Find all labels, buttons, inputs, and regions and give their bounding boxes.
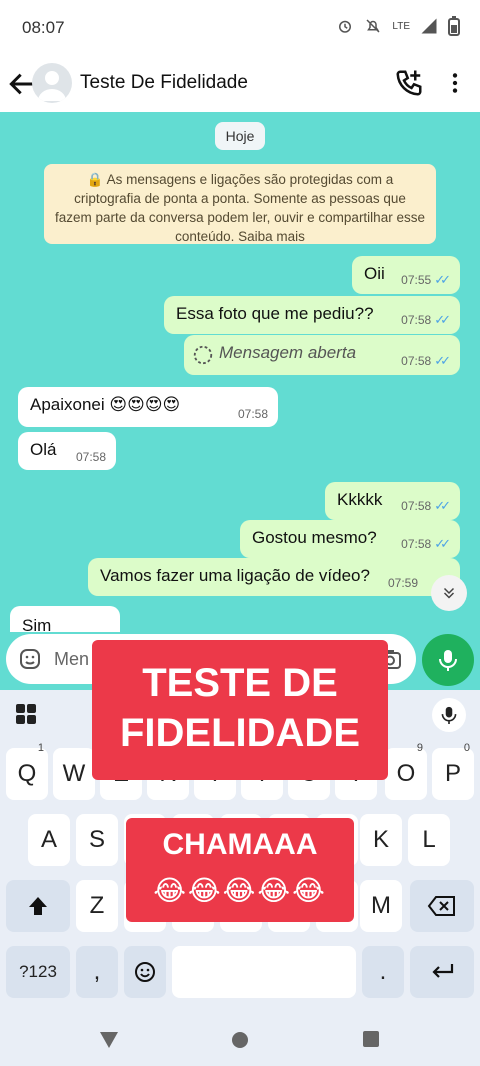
message-bubble[interactable]: Oii 07:55 ✓✓ xyxy=(352,256,460,294)
signal-icon xyxy=(421,18,437,34)
message-text: Mensagem aberta xyxy=(219,343,357,362)
home-nav-icon[interactable] xyxy=(230,1030,250,1050)
space-key[interactable] xyxy=(172,946,356,998)
comma-key[interactable]: , xyxy=(76,946,118,998)
period-key[interactable]: . xyxy=(362,946,404,998)
message-time: 07:55 xyxy=(401,273,432,287)
message-meta: 07:58 xyxy=(238,407,268,421)
emoji-icon xyxy=(135,962,155,982)
overlay-subtitle-line1: CHAMAAA xyxy=(162,828,318,861)
message-text: Olá xyxy=(30,440,57,459)
overlay-subtitle-line2: 😂😂😂😂😂 xyxy=(153,875,327,906)
view-once-icon xyxy=(193,345,213,365)
key-m[interactable]: M xyxy=(360,880,402,932)
voice-record-button[interactable] xyxy=(422,634,474,686)
alarm-icon xyxy=(339,20,352,33)
back-nav-icon[interactable] xyxy=(98,1030,120,1050)
key-w[interactable]: W xyxy=(53,748,95,800)
message-bubble[interactable]: Kkkkk 07:58 ✓✓ xyxy=(325,482,460,520)
recents-nav-icon[interactable] xyxy=(362,1030,380,1048)
message-time: 07:58 xyxy=(401,313,432,327)
double-check-icon: ✓✓ xyxy=(434,498,451,513)
message-meta: 07:58 ✓✓ xyxy=(401,498,451,514)
message-meta: 07:59 xyxy=(388,576,418,590)
overlay-title-line2: FIDELIDADE xyxy=(120,711,360,755)
key-l[interactable]: L xyxy=(408,814,450,866)
mic-icon xyxy=(441,706,457,724)
message-time: 07:58 xyxy=(237,407,268,421)
message-text: Essa foto que me pediu?? xyxy=(176,304,374,323)
emoji-key[interactable] xyxy=(124,946,166,998)
message-bubble[interactable]: Essa foto que me pediu?? 07:58 ✓✓ xyxy=(164,296,460,334)
scroll-down-button[interactable] xyxy=(431,575,467,611)
message-input-placeholder: Men xyxy=(54,649,90,669)
key-p[interactable]: P0 xyxy=(432,742,474,800)
chat-header: Teste De Fidelidade xyxy=(0,56,480,112)
message-bubble[interactable]: Mensagem aberta 07:58 ✓✓ xyxy=(184,335,460,375)
message-text: Vamos fazer uma ligação de vídeo? xyxy=(100,566,370,585)
message-time: 07:58 xyxy=(401,537,432,551)
backspace-icon xyxy=(427,896,455,916)
network-label: LTE xyxy=(392,20,410,32)
add-call-icon[interactable] xyxy=(394,68,424,98)
enter-icon xyxy=(432,964,454,978)
key-a[interactable]: A xyxy=(28,814,70,866)
message-time: 07:58 xyxy=(401,354,432,368)
message-meta: 07:55 ✓✓ xyxy=(401,272,451,288)
sticker-icon[interactable] xyxy=(18,647,42,671)
mic-icon xyxy=(439,650,457,671)
symbols-key[interactable]: ?123 xyxy=(6,946,70,998)
double-check-icon: ✓✓ xyxy=(434,353,451,368)
message-text: Kkkkk xyxy=(337,490,383,509)
message-time: 07:59 xyxy=(387,576,418,590)
chat-area[interactable]: Hoje 🔒 As mensagens e ligações são prote… xyxy=(0,112,480,689)
key-k[interactable]: K xyxy=(360,814,402,866)
message-text: Apaixonei 😍😍😍😍 xyxy=(30,395,181,414)
date-chip: Hoje xyxy=(215,122,265,150)
apps-grid-icon[interactable] xyxy=(14,702,38,726)
message-meta: 07:58 ✓✓ xyxy=(401,353,451,369)
overlay-banner-subtitle: CHAMAAA 😂😂😂😂😂 xyxy=(126,818,354,922)
double-chevron-down-icon xyxy=(443,587,455,599)
backspace-key[interactable] xyxy=(410,880,474,932)
system-navbar xyxy=(0,1016,480,1066)
key-o[interactable]: O9 xyxy=(385,742,427,800)
more-vert-icon[interactable] xyxy=(442,68,468,98)
message-time: 07:58 xyxy=(401,499,432,513)
message-bubble[interactable]: Olá 07:58 xyxy=(18,432,116,470)
message-time: 07:58 xyxy=(75,450,106,464)
encryption-notice[interactable]: 🔒 As mensagens e ligações são protegidas… xyxy=(44,164,436,244)
status-bar: 08:07 LTE xyxy=(0,0,480,56)
message-bubble[interactable]: Vamos fazer uma ligação de vídeo? 07:59 xyxy=(88,558,460,596)
message-text: Gostou mesmo? xyxy=(252,528,377,547)
double-check-icon: ✓✓ xyxy=(434,312,451,327)
key-s[interactable]: S xyxy=(76,814,118,866)
message-bubble[interactable]: Apaixonei 😍😍😍😍 07:58 xyxy=(18,387,278,427)
battery-icon xyxy=(448,16,460,36)
overlay-title-line1: TESTE DE xyxy=(142,661,338,705)
message-text: Oii xyxy=(364,264,385,283)
shift-key[interactable] xyxy=(6,880,70,932)
message-meta: 07:58 ✓✓ xyxy=(401,312,451,328)
message-meta: 07:58 ✓✓ xyxy=(401,536,451,552)
mute-icon xyxy=(366,19,380,33)
shift-icon xyxy=(29,897,47,915)
status-time: 08:07 xyxy=(22,18,65,37)
contact-name[interactable]: Teste De Fidelidade xyxy=(80,72,248,94)
double-check-icon: ✓✓ xyxy=(434,272,451,287)
message-bubble[interactable]: Gostou mesmo? 07:58 ✓✓ xyxy=(240,520,460,558)
double-check-icon: ✓✓ xyxy=(434,536,451,551)
overlay-banner-title: TESTE DE FIDELIDADE xyxy=(92,640,388,780)
keyboard-voice-button[interactable] xyxy=(432,698,466,732)
status-icons: LTE xyxy=(336,16,460,36)
key-q[interactable]: Q1 xyxy=(6,742,48,800)
enter-key[interactable] xyxy=(410,946,474,998)
message-meta: 07:58 xyxy=(76,450,106,464)
key-z[interactable]: Z xyxy=(76,880,118,932)
avatar[interactable] xyxy=(32,63,72,103)
